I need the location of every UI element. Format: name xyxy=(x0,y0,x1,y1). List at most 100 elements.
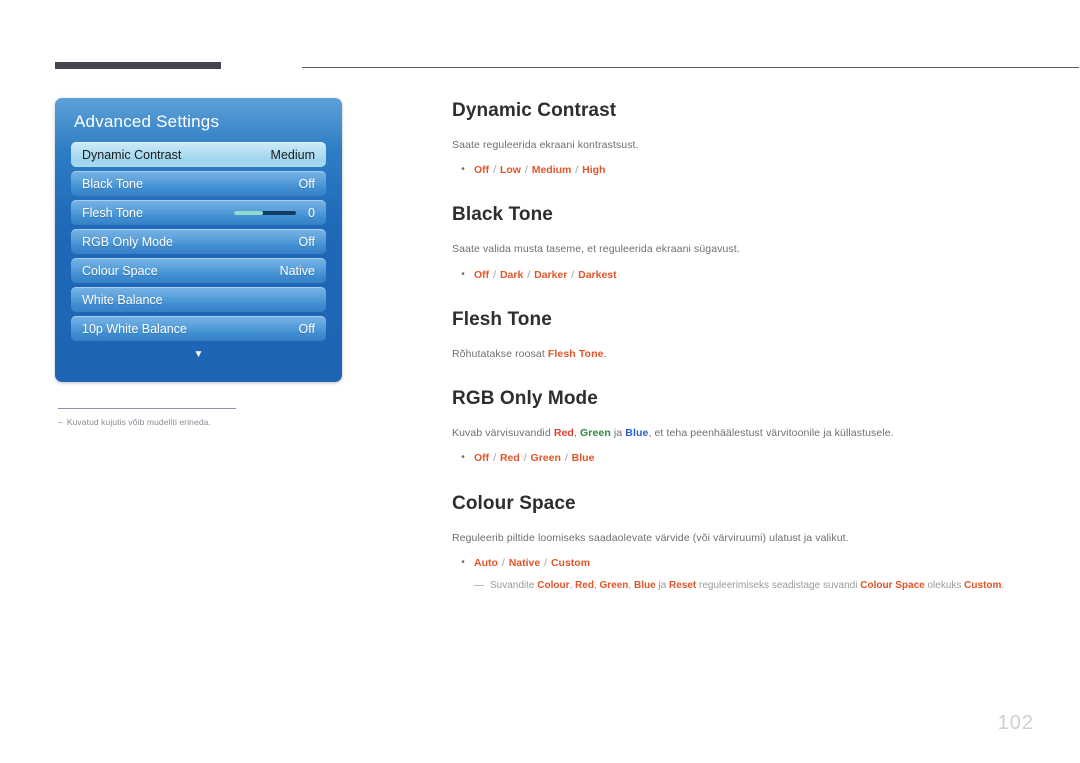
figure-note-divider xyxy=(58,408,236,409)
option-separator: / xyxy=(524,268,534,281)
section-black-tone: Black Tone Saate valida musta taseme, et… xyxy=(452,204,1027,282)
osd-row-colour-space[interactable]: Colour Space Native xyxy=(71,258,326,283)
osd-row-label: Colour Space xyxy=(82,263,158,278)
option-bullet: • Off / Low / Medium / High xyxy=(452,163,1027,178)
option-value: Darkest xyxy=(578,268,617,281)
osd-row-value: Native xyxy=(279,263,315,278)
subnote-keyword-green: Green xyxy=(599,579,629,591)
option-separator: / xyxy=(561,452,571,465)
section-description: Rõhutatakse roosat Flesh Tone. xyxy=(452,347,1027,362)
figure-note: – Kuvatud kujutis võib mudeliti erineda. xyxy=(58,417,345,427)
content-column: Dynamic Contrast Saate reguleerida ekraa… xyxy=(452,100,1027,593)
osd-row-value: Off xyxy=(298,234,315,249)
subnote-keyword-red: Red xyxy=(575,579,594,591)
osd-row-10p-white-balance[interactable]: 10p White Balance Off xyxy=(71,316,326,341)
subnote-keyword-colour: Colour xyxy=(537,579,570,591)
section-colour-space: Colour Space Reguleerib piltide loomisek… xyxy=(452,493,1027,594)
header-rules xyxy=(55,62,1079,74)
osd-row-slider[interactable] xyxy=(234,210,297,215)
section-subnote: — Suvandite Colour, Red, Green, Blue ja … xyxy=(474,579,1027,594)
option-list: Auto / Native / Custom xyxy=(474,556,590,571)
subnote-t7: olekuks xyxy=(924,579,965,591)
option-value: Medium xyxy=(531,164,572,177)
option-value: Red xyxy=(499,452,520,465)
description-suffix: . xyxy=(603,347,607,360)
subnote-t8: . xyxy=(1001,579,1005,591)
figure-note-dash: – xyxy=(58,417,63,427)
option-list: Off / Dark / Darker / Darkest xyxy=(474,268,617,283)
option-value: Blue xyxy=(571,452,595,465)
section-title: Dynamic Contrast xyxy=(452,100,617,121)
subnote-t1: Suvandite xyxy=(490,579,538,591)
osd-row-white-balance[interactable]: White Balance xyxy=(71,287,326,312)
desc-part-c: ja xyxy=(610,427,626,440)
desc-part-a: Kuvab värvisuvandid xyxy=(452,427,554,440)
osd-row-label: 10p White Balance xyxy=(82,321,187,336)
osd-row-label: Black Tone xyxy=(82,176,143,191)
option-separator: / xyxy=(490,268,499,281)
bullet-dot-icon: • xyxy=(461,164,465,176)
osd-row-label: Dynamic Contrast xyxy=(82,147,182,162)
section-rgb-only-mode: RGB Only Mode Kuvab värvisuvandid Red, G… xyxy=(452,388,1027,466)
subnote-keyword-colour-space: Colour Space xyxy=(860,579,925,591)
keyword-blue: Blue xyxy=(625,427,649,440)
section-flesh-tone: Flesh Tone Rõhutatakse roosat Flesh Tone… xyxy=(452,309,1027,362)
osd-row-rgb-only-mode[interactable]: RGB Only Mode Off xyxy=(71,229,326,254)
option-value: Off xyxy=(474,452,490,465)
keyword-green: Green xyxy=(580,427,611,440)
section-title: Colour Space xyxy=(452,492,576,514)
option-separator: / xyxy=(568,268,578,281)
subnote-dash-icon: — xyxy=(474,579,484,591)
osd-row-value: Off xyxy=(298,321,315,336)
osd-slider-fill xyxy=(234,210,264,215)
header-rule-thick xyxy=(55,62,221,69)
option-separator: / xyxy=(521,164,531,177)
bullet-dot-icon: • xyxy=(461,556,465,568)
osd-row-list: Dynamic Contrast Medium Black Tone Off Flesh… xyxy=(55,142,342,341)
option-value: Low xyxy=(499,164,521,177)
osd-row-flesh-tone[interactable]: Flesh Tone 0 xyxy=(71,200,326,225)
section-title: Black Tone xyxy=(452,204,553,226)
option-value: Off xyxy=(474,268,490,281)
section-description: Reguleerib piltide loomiseks saadaolevat… xyxy=(452,531,849,544)
bullet-dot-icon: • xyxy=(461,452,465,464)
osd-panel-title: Advanced Settings xyxy=(74,112,220,131)
section-title: RGB Only Mode xyxy=(452,388,598,410)
page-number: 102 xyxy=(997,712,1034,734)
keyword-red: Red xyxy=(553,427,574,440)
osd-scroll-down-arrow-icon[interactable]: ▼ xyxy=(55,350,342,360)
section-description: Kuvab värvisuvandid Red, Green ja Blue, … xyxy=(452,426,1027,441)
header-rule-thin xyxy=(302,67,1079,68)
option-bullet: • Auto / Native / Custom xyxy=(452,556,1027,571)
section-title: Flesh Tone xyxy=(452,308,552,330)
option-bullet: • Off / Dark / Darker / Darkest xyxy=(452,268,1027,283)
bullet-dot-icon: • xyxy=(461,268,465,280)
subnote-text: Suvandite Colour, Red, Green, Blue ja Re… xyxy=(490,579,1004,594)
osd-row-black-tone[interactable]: Black Tone Off xyxy=(71,171,326,196)
section-dynamic-contrast: Dynamic Contrast Saate reguleerida ekraa… xyxy=(452,100,1027,178)
osd-row-value: Off xyxy=(298,176,315,191)
option-separator: / xyxy=(490,164,499,177)
osd-row-value: Medium xyxy=(270,147,315,162)
description-prefix: Rõhutatakse roosat xyxy=(452,347,548,360)
section-description: Saate reguleerida ekraani kontrastsust. xyxy=(452,139,639,151)
desc-part-d: , et teha peenhäälestust värvitoonile ja… xyxy=(648,427,894,440)
option-value: Custom xyxy=(550,556,591,569)
figure-note-text: Kuvatud kujutis võib mudeliti erineda. xyxy=(66,417,211,427)
option-value: High xyxy=(582,164,606,177)
osd-row-label: RGB Only Mode xyxy=(82,234,174,249)
option-separator: / xyxy=(490,452,499,465)
subnote-t5: ja xyxy=(655,579,669,591)
subnote-t6: reguleerimiseks seadistage suvandi xyxy=(696,579,861,591)
option-list: Off / Low / Medium / High xyxy=(474,163,605,178)
osd-row-label: White Balance xyxy=(82,292,163,307)
osd-row-value: 0 xyxy=(308,205,315,220)
option-separator: / xyxy=(572,164,582,177)
osd-advanced-settings-panel: Advanced Settings Dynamic Contrast Medium… xyxy=(55,98,342,382)
option-separator: / xyxy=(541,556,550,569)
section-description: Saate valida musta taseme, et reguleerid… xyxy=(452,243,740,256)
osd-row-label: Flesh Tone xyxy=(82,205,143,220)
osd-row-dynamic-contrast[interactable]: Dynamic Contrast Medium xyxy=(71,142,326,167)
option-bullet: • Off / Red / Green / Blue xyxy=(452,451,1027,466)
option-value: Off xyxy=(474,164,490,177)
